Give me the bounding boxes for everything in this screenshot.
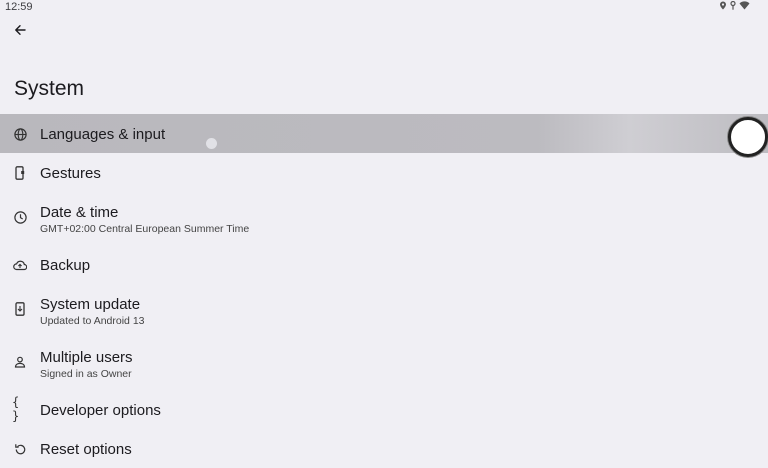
setting-title: Languages & input [40,126,166,143]
cloud-backup-icon [12,257,28,273]
back-button[interactable] [8,20,32,44]
setting-item-backup[interactable]: Backup [0,245,768,284]
back-arrow-icon [14,23,26,41]
setting-item-languages[interactable]: Languages & input [0,114,768,153]
setting-title: System update [40,296,141,313]
setting-title: Multiple users [40,349,133,366]
system-update-icon [12,301,28,317]
page-title: System [14,77,85,100]
wifi-icon [739,1,750,10]
globe-icon [12,126,28,142]
setting-item-gestures[interactable]: Gestures [0,153,768,192]
setting-subtitle: GMT+02:00 Central European Summer Time [40,223,250,235]
setting-title: Gestures [40,165,101,182]
vpn-key-icon [730,1,736,10]
status-icons [719,1,750,10]
setting-item-reset[interactable]: Reset options [0,429,768,468]
setting-item-datetime[interactable]: Date & time GMT+02:00 Central European S… [0,192,768,245]
setting-title: Backup [40,257,91,274]
setting-item-developer[interactable]: { } Developer options [0,390,768,429]
setting-title: Date & time [40,204,119,221]
setting-subtitle: Updated to Android 13 [40,315,145,327]
status-time: 12:59 [5,1,33,13]
person-icon [12,354,28,370]
clock-icon [12,209,28,225]
touch-point-indicator [206,138,217,149]
location-icon [719,1,727,10]
touch-ring-indicator [728,117,768,157]
setting-item-system-update[interactable]: System update Updated to Android 13 [0,284,768,337]
reset-icon [12,441,28,457]
setting-item-users[interactable]: Multiple users Signed in as Owner [0,337,768,390]
setting-title: Developer options [40,402,161,419]
braces-icon: { } [12,395,20,423]
phone-gesture-icon [12,165,28,181]
status-bar: 12:59 [0,0,768,14]
setting-subtitle: Signed in as Owner [40,368,132,380]
settings-list: Languages & input Gestures Date & time G… [0,114,768,468]
